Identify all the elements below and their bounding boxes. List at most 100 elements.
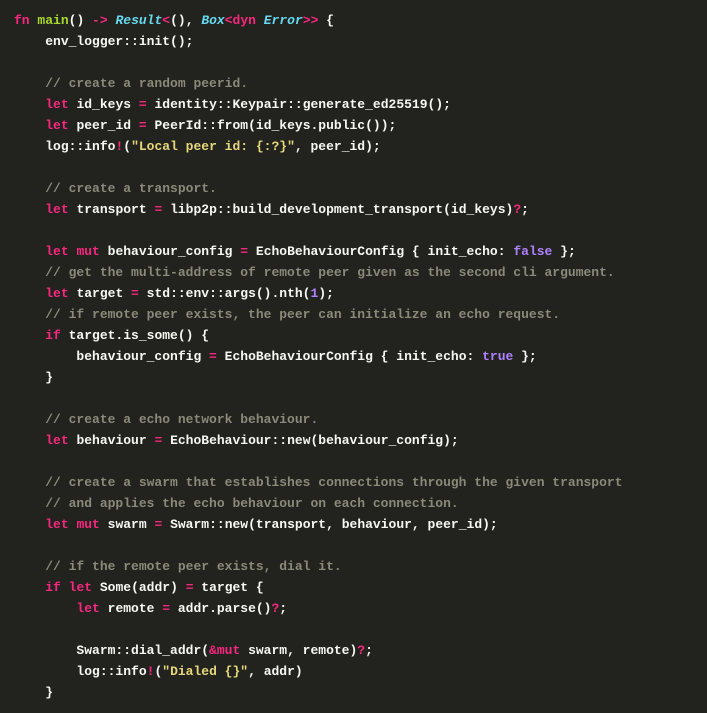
indent bbox=[14, 286, 45, 301]
punct: } bbox=[45, 370, 53, 385]
ident: behaviour bbox=[76, 433, 154, 448]
op: = bbox=[139, 118, 147, 133]
ident: log::info bbox=[45, 139, 115, 154]
indent bbox=[14, 685, 45, 700]
ident: peer_id bbox=[76, 118, 138, 133]
code-line: let mut behaviour_config = EchoBehaviour… bbox=[14, 241, 693, 262]
comment: // and applies the echo behaviour on eac… bbox=[45, 496, 458, 511]
comment: // create a swarm that establishes conne… bbox=[45, 475, 622, 490]
code-line: let mut swarm = Swarm::new(transport, be… bbox=[14, 514, 693, 535]
ident: swarm bbox=[108, 517, 155, 532]
indent bbox=[14, 139, 45, 154]
ident: EchoBehaviour::new(behaviour_config); bbox=[162, 433, 458, 448]
punct: ; bbox=[521, 202, 529, 217]
keyword: let bbox=[69, 580, 92, 595]
indent bbox=[14, 412, 45, 427]
code-line: if let Some(addr) = target { bbox=[14, 577, 693, 598]
keyword: mut bbox=[76, 244, 99, 259]
ident: Swarm::new(transport, behaviour, peer_id… bbox=[162, 517, 497, 532]
keyword: let bbox=[76, 601, 99, 616]
punct: (), bbox=[170, 13, 201, 28]
code-line: let target = std::env::args().nth(1); bbox=[14, 283, 693, 304]
indent bbox=[14, 328, 45, 343]
ident: Some bbox=[100, 580, 131, 595]
ident: EchoBehaviourConfig { init_echo: bbox=[248, 244, 513, 259]
op: = bbox=[186, 580, 194, 595]
space bbox=[100, 244, 108, 259]
punct: } bbox=[45, 685, 53, 700]
indent bbox=[14, 517, 45, 532]
string: "Local peer id: {:?}" bbox=[131, 139, 295, 154]
indent bbox=[14, 496, 45, 511]
indent bbox=[14, 34, 45, 49]
op: = bbox=[162, 601, 170, 616]
punct: () bbox=[69, 13, 92, 28]
code-line: let peer_id = PeerId::from(id_keys.publi… bbox=[14, 115, 693, 136]
indent bbox=[14, 580, 45, 595]
type: Box bbox=[201, 13, 224, 28]
ident: remote bbox=[108, 601, 163, 616]
ident: std::env::args().nth( bbox=[139, 286, 311, 301]
fn-name: main bbox=[37, 13, 68, 28]
keyword: let bbox=[45, 286, 68, 301]
space bbox=[61, 580, 69, 595]
code-line: // if the remote peer exists, dial it. bbox=[14, 556, 693, 577]
ident: target { bbox=[194, 580, 264, 595]
space bbox=[256, 13, 264, 28]
code-line: let remote = addr.parse()?; bbox=[14, 598, 693, 619]
bool: false bbox=[513, 244, 552, 259]
op: ? bbox=[513, 202, 521, 217]
punct: { bbox=[318, 13, 334, 28]
keyword: let bbox=[45, 202, 68, 217]
ident: id_keys bbox=[76, 97, 138, 112]
punct: ( bbox=[123, 139, 131, 154]
punct: }; bbox=[552, 244, 575, 259]
code-line: let id_keys = identity::Keypair::generat… bbox=[14, 94, 693, 115]
op: < bbox=[162, 13, 170, 28]
ident: PeerId::from(id_keys.public()); bbox=[147, 118, 397, 133]
ident: , addr) bbox=[248, 664, 303, 679]
keyword: fn bbox=[14, 13, 30, 28]
ident: EchoBehaviourConfig { init_echo: bbox=[217, 349, 482, 364]
punct: ; bbox=[365, 643, 373, 658]
op: >> bbox=[303, 13, 319, 28]
code-line: let transport = libp2p::build_developmen… bbox=[14, 199, 693, 220]
ident: transport bbox=[76, 202, 154, 217]
type: Error bbox=[264, 13, 303, 28]
blank-line bbox=[14, 157, 693, 178]
op: < bbox=[225, 13, 233, 28]
indent bbox=[14, 433, 45, 448]
code-line: log::info!("Local peer id: {:?}", peer_i… bbox=[14, 136, 693, 157]
punct: ); bbox=[318, 286, 334, 301]
bool: true bbox=[482, 349, 513, 364]
indent bbox=[14, 370, 45, 385]
keyword: let bbox=[45, 118, 68, 133]
code-line: fn main() -> Result<(), Box<dyn Error>> … bbox=[14, 10, 693, 31]
ident: behaviour_config bbox=[108, 244, 241, 259]
ident: libp2p::build_development_transport(id_k… bbox=[162, 202, 513, 217]
code-line: env_logger::init(); bbox=[14, 31, 693, 52]
punct: ; bbox=[279, 601, 287, 616]
blank-line bbox=[14, 619, 693, 640]
ident: swarm, remote) bbox=[240, 643, 357, 658]
code-line: // if remote peer exists, the peer can i… bbox=[14, 304, 693, 325]
ident: (addr) bbox=[131, 580, 186, 595]
ident: Swarm::dial_addr( bbox=[76, 643, 209, 658]
indent bbox=[14, 559, 45, 574]
keyword: dyn bbox=[233, 13, 256, 28]
code-line: // create a swarm that establishes conne… bbox=[14, 472, 693, 493]
op: = bbox=[240, 244, 248, 259]
indent bbox=[14, 76, 45, 91]
code-line: behaviour_config = EchoBehaviourConfig {… bbox=[14, 346, 693, 367]
string: "Dialed {}" bbox=[162, 664, 248, 679]
ident: addr.parse() bbox=[170, 601, 271, 616]
indent bbox=[14, 202, 45, 217]
indent bbox=[14, 307, 45, 322]
indent bbox=[14, 265, 45, 280]
op: = bbox=[139, 97, 147, 112]
code-line: if target.is_some() { bbox=[14, 325, 693, 346]
code-block: fn main() -> Result<(), Box<dyn Error>> … bbox=[14, 10, 693, 703]
blank-line bbox=[14, 388, 693, 409]
op: & bbox=[209, 643, 217, 658]
code-line: // and applies the echo behaviour on eac… bbox=[14, 493, 693, 514]
